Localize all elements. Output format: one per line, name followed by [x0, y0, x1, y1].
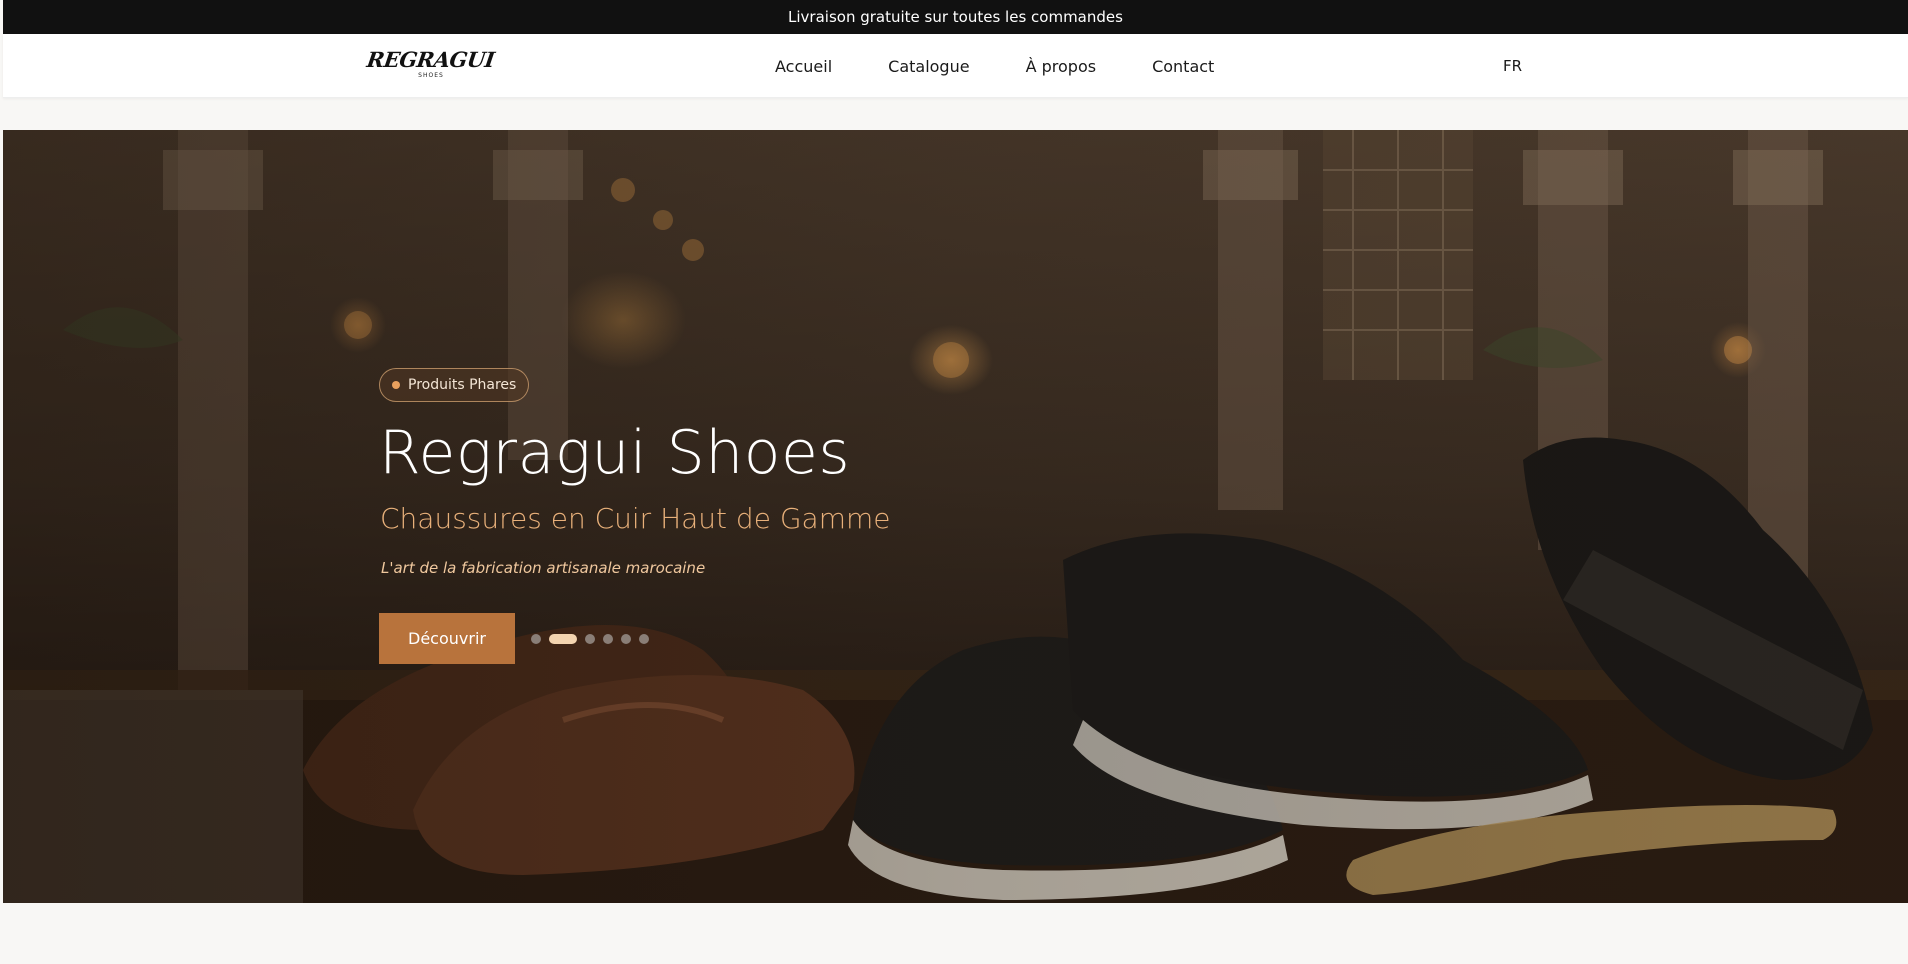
nav-link-catalogue[interactable]: Catalogue [888, 57, 969, 76]
featured-badge: Produits Phares [379, 368, 530, 402]
logo-subtitle: SHOES [418, 72, 444, 79]
badge-label: Produits Phares [408, 377, 517, 393]
carousel-dot-5[interactable] [621, 634, 631, 644]
hero-banner: Produits Phares Regragui Shoes Chaussure… [3, 130, 1908, 903]
hero-title: Regragui Shoes [379, 418, 851, 488]
announcement-bar: Livraison gratuite sur toutes les comman… [3, 0, 1908, 34]
language-switcher[interactable]: FR [1503, 34, 1522, 98]
carousel-dot-1[interactable] [531, 634, 541, 644]
hero-subtitle: Chaussures en Cuir Haut de Gamme [380, 502, 891, 535]
carousel-dot-2[interactable] [549, 634, 577, 644]
nav-link-a-propos[interactable]: À propos [1026, 57, 1096, 76]
announcement-text: Livraison gratuite sur toutes les comman… [788, 8, 1123, 26]
carousel-dot-6[interactable] [639, 634, 649, 644]
navbar: REGRAGUI SHOES Accueil Catalogue À propo… [3, 34, 1908, 98]
nav-link-accueil[interactable]: Accueil [775, 57, 832, 76]
carousel-dot-4[interactable] [603, 634, 613, 644]
page: Livraison gratuite sur toutes les comman… [3, 0, 1908, 964]
logo-wordmark: REGRAGUI [365, 47, 497, 72]
carousel-indicators [531, 633, 649, 645]
main-menu: Accueil Catalogue À propos Contact [775, 34, 1214, 98]
nav-link-contact[interactable]: Contact [1152, 57, 1214, 76]
brand-logo[interactable]: REGRAGUI SHOES [366, 47, 497, 84]
discover-button[interactable]: Découvrir [379, 613, 515, 664]
hero-overlay [3, 130, 1908, 903]
hero-tagline: L'art de la fabrication artisanale maroc… [381, 559, 706, 577]
carousel-dot-3[interactable] [585, 634, 595, 644]
badge-dot-icon [392, 381, 400, 389]
